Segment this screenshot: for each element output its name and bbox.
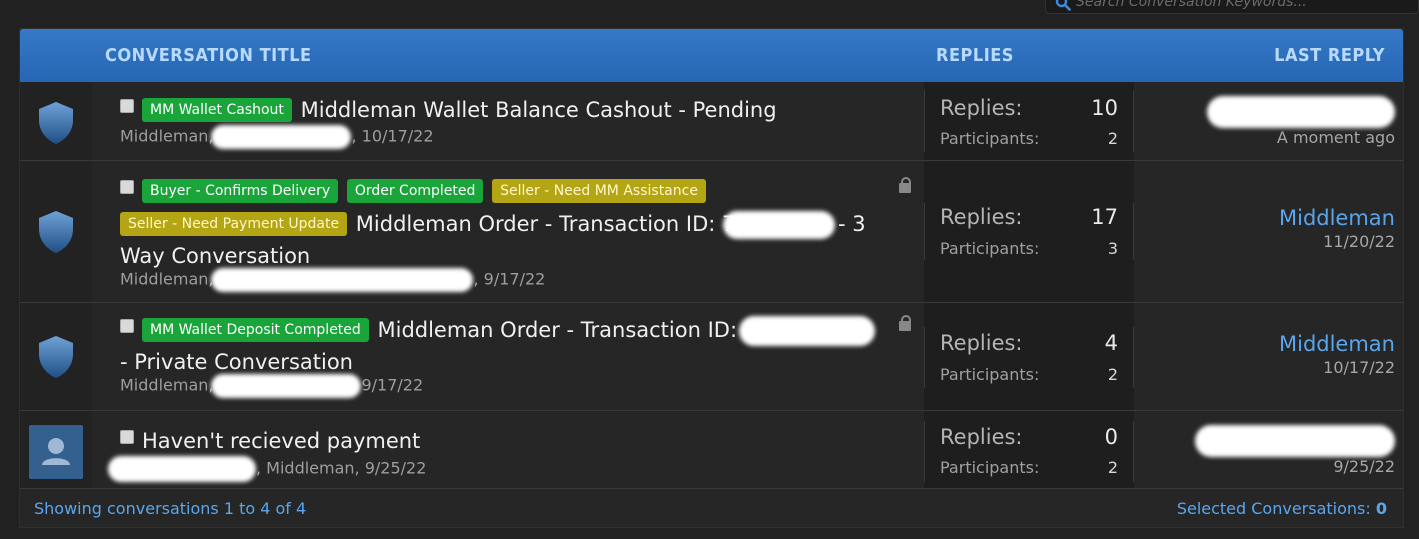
participants-count: 2 [1107,365,1118,384]
search-icon [1052,0,1074,11]
redacted-participants [211,374,362,398]
stats-cell: Replies: 4 Participants: 2 [924,303,1134,410]
conversation-title[interactable]: Middleman Wallet Balance Cashout - Pendi… [301,98,777,122]
row-checkbox[interactable] [120,319,134,333]
last-reply-date[interactable]: 11/20/22 [1279,232,1395,251]
participants-label: Participants: [940,239,1040,258]
participant-link[interactable]: Middleman, [120,376,213,395]
stats-cell: Replies: 0 Participants: 2 [924,411,1134,490]
column-header-title[interactable]: CONVERSATION TITLE [105,45,312,66]
list-header: CONVERSATION TITLE REPLIES LAST REPLY [20,29,1403,82]
last-reply-cell: Middleman 11/20/22 [1279,206,1395,251]
showing-count: Showing conversations 1 to 4 of 4 [34,499,307,518]
redacted-transaction-id [739,316,876,346]
replies-count: 0 [1104,425,1118,449]
prefix-tag[interactable]: Seller - Need Payment Update [120,212,348,236]
redacted-participants [211,125,352,149]
redacted-transaction-id [723,211,836,239]
list-footer: Showing conversations 1 to 4 of 4 Select… [20,488,1403,527]
participant-link[interactable]: Middleman, [120,270,213,289]
last-reply-cell: Middleman 10/17/22 [1279,332,1395,377]
prefix-tag[interactable]: MM Wallet Cashout [142,98,292,122]
prefix-tag[interactable]: Buyer - Confirms Delivery [142,179,339,203]
conversation-row[interactable]: MM Wallet Deposit Completed Middleman Or… [20,302,1403,410]
row-icon-cell [20,303,92,410]
row-checkbox[interactable] [120,99,134,113]
redacted-last-poster[interactable] [1195,425,1395,457]
last-reply-cell: 9/25/22 [1195,425,1395,476]
last-reply-cell: A moment ago [1207,96,1395,147]
participants-count: 2 [1107,129,1118,148]
row-checkbox[interactable] [120,180,134,194]
conversation-row[interactable]: Haven't recieved payment , Middleman, 9/… [20,410,1403,490]
conversation-row[interactable]: MM Wallet Cashout Middleman Wallet Balan… [20,82,1403,160]
column-header-replies[interactable]: REPLIES [936,45,1014,66]
participants-count: 3 [1107,239,1118,258]
last-poster-link[interactable]: Middleman [1279,206,1395,230]
avatar[interactable] [29,425,83,479]
lock-icon [899,177,911,193]
stats-cell: Replies: 10 Participants: 2 [924,82,1134,160]
redacted-participants [211,268,474,292]
prefix-tag[interactable]: Order Completed [346,179,484,203]
participants-label: Participants: [940,458,1040,477]
shield-icon [39,336,73,378]
row-icon-cell [20,161,92,302]
last-reply-date[interactable]: A moment ago [1207,128,1395,147]
shield-icon [39,102,73,144]
start-date: , 9/17/22 [473,269,546,289]
prefix-tag[interactable]: Seller - Need MM Assistance [492,179,706,203]
replies-label: Replies: [940,205,1023,229]
conversation-title-cont[interactable]: - Private Conversation [120,347,893,377]
replies-label: Replies: [940,425,1023,449]
participant-link[interactable]: Middleman, [120,127,213,146]
stats-cell: Replies: 17 Participants: 3 [924,161,1134,302]
replies-label: Replies: [940,331,1023,355]
shield-icon [39,211,73,253]
column-header-last-reply[interactable]: LAST REPLY [1274,45,1385,66]
conversation-title-cont[interactable]: Way Conversation [120,241,883,271]
participants-label: Participants: [940,365,1040,384]
row-checkbox[interactable] [120,430,134,444]
last-reply-date[interactable]: 9/25/22 [1195,457,1395,476]
search-input[interactable] [1074,0,1398,11]
replies-count: 17 [1091,205,1118,229]
conversation-title[interactable]: Middleman Order - Transaction ID: 7 - 3 [356,211,866,239]
last-reply-date[interactable]: 10/17/22 [1279,358,1395,377]
replies-count: 4 [1104,331,1118,355]
redacted-starter [108,456,256,482]
selected-count: 0 [1375,499,1387,518]
last-poster-link[interactable]: Middleman [1279,332,1395,356]
start-date: , 10/17/22 [351,126,434,146]
participants-count: 2 [1107,458,1118,477]
conversation-list: CONVERSATION TITLE REPLIES LAST REPLY MM… [19,28,1404,528]
conversation-row[interactable]: Buyer - Confirms Delivery Order Complete… [20,160,1403,302]
user-icon [42,438,70,465]
row-icon-cell [20,82,92,160]
start-date: 9/17/22 [361,375,424,395]
lock-icon [899,315,911,331]
participants-label: Participants: [940,129,1040,148]
selected-conversations[interactable]: Selected Conversations: 0 [1177,499,1387,518]
conversation-title[interactable]: Middleman Order - Transaction ID: [377,318,737,342]
conversation-title[interactable]: Haven't recieved payment [142,429,420,453]
row-icon-cell [20,411,92,490]
replies-label: Replies: [940,96,1023,120]
redacted-last-poster[interactable] [1207,96,1395,128]
search-box[interactable] [1045,0,1419,14]
prefix-tag[interactable]: MM Wallet Deposit Completed [142,318,369,342]
participant-date[interactable]: , Middleman, 9/25/22 [256,459,426,478]
replies-count: 10 [1091,96,1118,120]
